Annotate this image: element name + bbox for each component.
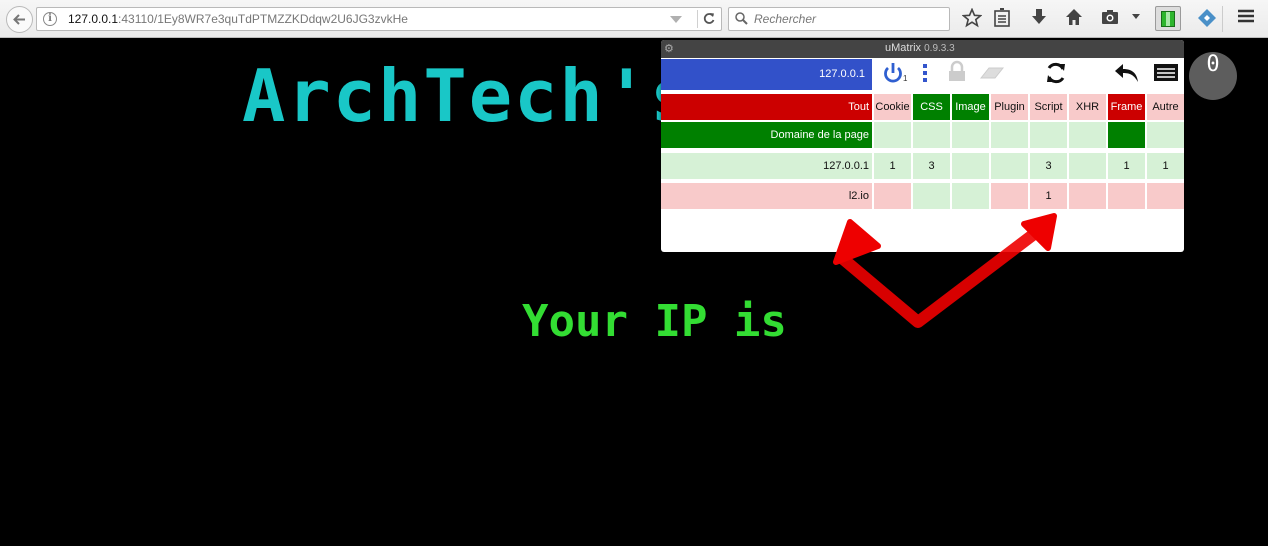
cell-l2-other[interactable]	[1147, 183, 1184, 209]
undo-all-icon	[1115, 64, 1138, 82]
header-xhr[interactable]: XHR	[1069, 94, 1106, 120]
cell-127-plugin[interactable]	[991, 153, 1028, 179]
reload-page-button[interactable]	[1044, 60, 1068, 90]
ip-label: Your IP is	[522, 296, 787, 347]
umatrix-title: uMatrix 0.9.3.3	[885, 42, 955, 54]
cell-l2-script[interactable]: 1	[1030, 183, 1067, 209]
header-all-label[interactable]: Tout	[661, 94, 872, 120]
extension-diamond-icon[interactable]	[1197, 8, 1219, 30]
cell-page-image[interactable]	[952, 122, 989, 148]
bookmarks-list-icon[interactable]	[993, 8, 1015, 30]
search-icon	[735, 12, 748, 25]
power-switch-button[interactable]: 1	[881, 60, 908, 90]
header-other[interactable]: Autre	[1147, 94, 1184, 120]
url-path: :43110/1Ey8WR7e3quTdPTMZZKDdqw2U6JG3zvkH…	[118, 12, 408, 26]
cell-127-other[interactable]: 1	[1147, 153, 1184, 179]
header-css[interactable]: CSS	[913, 94, 950, 120]
more-options-button[interactable]	[921, 60, 929, 90]
info-icon[interactable]: i	[43, 12, 57, 26]
bookmark-star-icon[interactable]	[962, 8, 984, 30]
cell-page-script[interactable]	[1030, 122, 1067, 148]
counter-badge[interactable]: 0	[1189, 52, 1237, 100]
cell-l2-frame[interactable]	[1108, 183, 1145, 209]
url-text[interactable]: 127.0.0.1:43110/1Ey8WR7e3quTdPTMZZKDdqw2…	[68, 12, 408, 26]
red-annotation-arrows	[833, 213, 1057, 328]
cell-l2-xhr[interactable]	[1069, 183, 1106, 209]
cell-page-other[interactable]	[1147, 122, 1184, 148]
history-dropdown-icon[interactable]	[670, 16, 682, 23]
cell-127-xhr[interactable]	[1069, 153, 1106, 179]
cell-l2-css[interactable]	[913, 183, 950, 209]
header-plugin[interactable]: Plugin	[991, 94, 1028, 120]
cell-page-css[interactable]	[913, 122, 950, 148]
revert-all-button[interactable]	[1113, 60, 1141, 90]
row-label-l2-io[interactable]: l2.io	[661, 183, 872, 209]
umatrix-titlebar: ⚙ uMatrix 0.9.3.3	[661, 40, 1184, 58]
cell-page-xhr[interactable]	[1069, 122, 1106, 148]
umatrix-icon	[1161, 11, 1175, 27]
logger-icon	[1154, 64, 1178, 81]
search-bar[interactable]: Rechercher	[728, 7, 950, 31]
toolbar-separator	[1222, 6, 1223, 32]
row-label-page-domain[interactable]: Domaine de la page	[661, 122, 872, 148]
power-badge: 1	[903, 74, 908, 83]
camera-menu-dropdown-icon[interactable]	[1131, 13, 1153, 35]
eraser-icon	[979, 67, 1005, 79]
header-frame[interactable]: Frame	[1108, 94, 1145, 120]
vertical-dots-icon	[923, 64, 927, 82]
back-button[interactable]	[6, 6, 33, 33]
scope-selector[interactable]: 127.0.0.1	[661, 59, 872, 90]
home-icon[interactable]	[1065, 8, 1087, 30]
lock-icon	[949, 60, 965, 81]
header-image[interactable]: Image	[952, 94, 989, 120]
cell-page-plugin[interactable]	[991, 122, 1028, 148]
cell-127-script[interactable]: 3	[1030, 153, 1067, 179]
hamburger-menu-icon[interactable]	[1237, 8, 1259, 30]
settings-gear-icon[interactable]: ⚙	[664, 42, 674, 55]
reload-icon	[703, 13, 715, 24]
umatrix-version: 0.9.3.3	[924, 43, 955, 54]
cell-127-cookie[interactable]: 1	[874, 153, 911, 179]
row-label-127-0-0-1[interactable]: 127.0.0.1	[661, 153, 872, 179]
screenshot-camera-icon[interactable]	[1101, 8, 1123, 30]
persist-lock-button[interactable]	[947, 60, 967, 90]
reload-button[interactable]	[697, 10, 719, 28]
url-bar[interactable]: i 127.0.0.1:43110/1Ey8WR7e3quTdPTMZZKDdq…	[36, 7, 722, 31]
cell-page-frame[interactable]	[1108, 122, 1145, 148]
refresh-icon	[1047, 62, 1065, 84]
header-cookie[interactable]: Cookie	[874, 94, 911, 120]
cell-l2-cookie[interactable]	[874, 183, 911, 209]
umatrix-name: uMatrix	[885, 42, 922, 54]
url-host: 127.0.0.1	[68, 12, 119, 26]
power-icon	[884, 63, 902, 83]
browser-toolbar: i 127.0.0.1:43110/1Ey8WR7e3quTdPTMZZKDdq…	[0, 0, 1268, 38]
umatrix-toolbar-button[interactable]	[1155, 6, 1181, 31]
search-placeholder: Rechercher	[754, 12, 817, 26]
cell-l2-image[interactable]	[952, 183, 989, 209]
open-logger-button[interactable]	[1153, 60, 1179, 90]
back-arrow-icon	[13, 14, 25, 25]
cell-l2-plugin[interactable]	[991, 183, 1028, 209]
cell-127-image[interactable]	[952, 153, 989, 179]
cell-127-css[interactable]: 3	[913, 153, 950, 179]
downloads-icon[interactable]	[1031, 8, 1053, 30]
revert-temporary-button[interactable]	[979, 60, 1005, 90]
page-title: ArchTech's	[242, 54, 696, 138]
header-script[interactable]: Script	[1030, 94, 1067, 120]
cell-page-cookie[interactable]	[874, 122, 911, 148]
cell-127-frame[interactable]: 1	[1108, 153, 1145, 179]
